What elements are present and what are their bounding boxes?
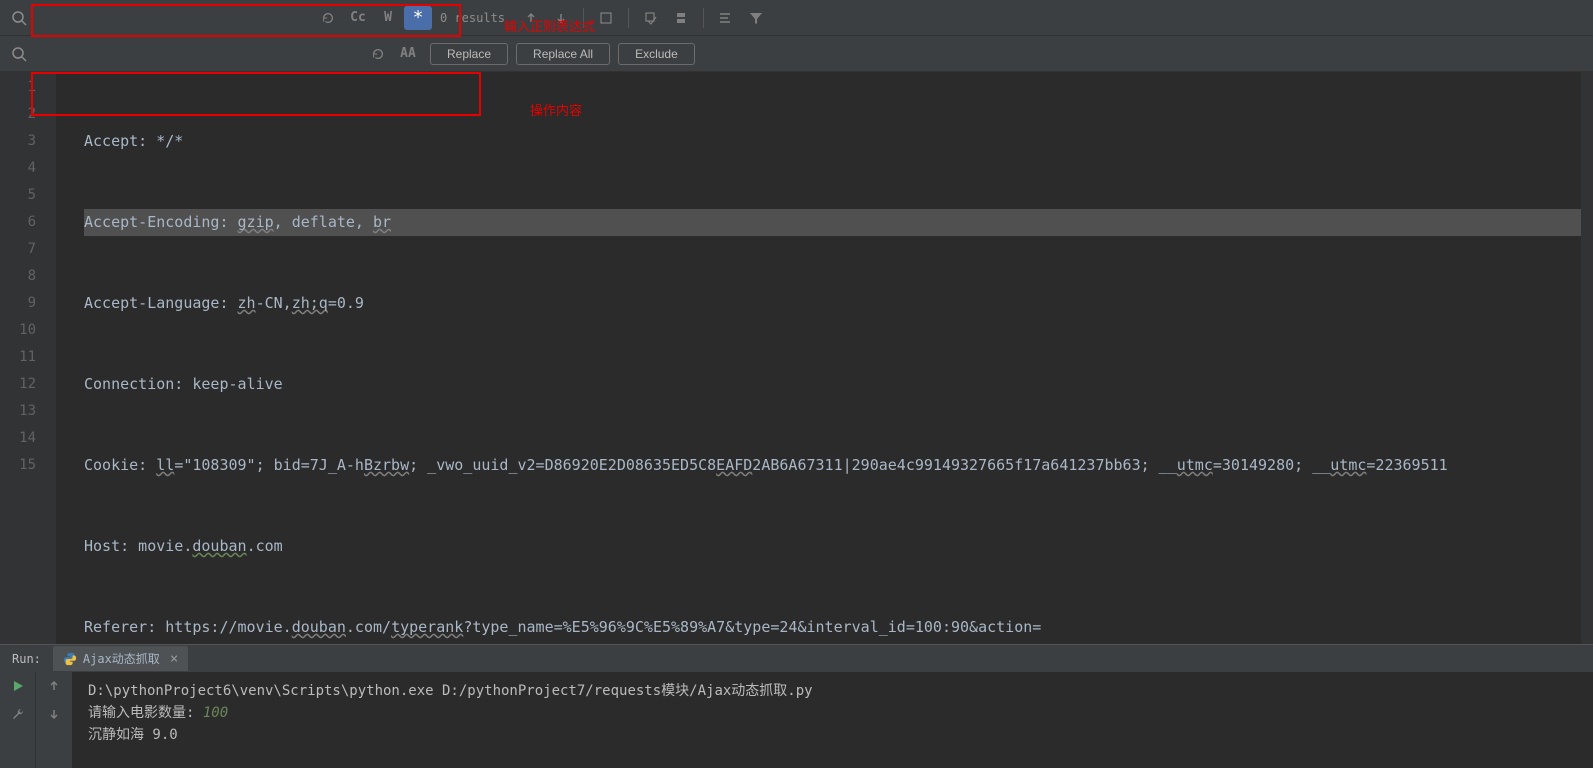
results-count: 0 results [432,11,513,25]
code-line[interactable]: Accept-Encoding: gzip, deflate, br [84,209,1593,236]
console-output[interactable]: D:\pythonProject6\venv\Scripts\python.ex… [72,672,1593,768]
history-icon[interactable] [314,6,342,30]
code-content[interactable]: Accept: */* Accept-Encoding: gzip, defla… [56,72,1593,644]
editor-scrollbar-track[interactable] [1581,72,1593,644]
run-tab[interactable]: Ajax动态抓取 × [53,646,188,671]
code-line[interactable]: Accept-Language: zh-CN,zh;q=0.9 [84,290,1593,317]
replace-search-icon[interactable] [4,46,34,62]
replace-button[interactable]: Replace [430,43,508,65]
filter-icon[interactable] [742,6,770,30]
add-selection-icon[interactable] [637,6,665,30]
code-line[interactable]: Cookie: ll="108309"; bid=7J_A-hBzrbw; _v… [84,452,1593,479]
python-icon [63,652,77,666]
regex-icon[interactable]: * [404,6,432,30]
preserve-case-icon[interactable]: AA [394,42,422,66]
settings-icon[interactable] [712,6,740,30]
console-panel: D:\pythonProject6\venv\Scripts\python.ex… [0,672,1593,768]
up-icon[interactable] [36,672,72,700]
rerun-icon[interactable] [0,672,35,700]
words-icon[interactable]: W [374,6,402,30]
annotation-text-bottom: 操作内容 [530,100,582,119]
pin-icon[interactable] [667,6,695,30]
code-line[interactable]: Host: movie.douban.com [84,533,1593,560]
search-icon[interactable] [4,10,34,26]
line-gutter: 123456789101112131415 [0,72,56,644]
code-line[interactable]: Accept: */* [84,128,1593,155]
code-line[interactable]: Connection: keep-alive [84,371,1593,398]
tool-icon[interactable] [0,700,35,728]
find-bar: Cc W * 0 results [0,0,1593,36]
replace-all-button[interactable]: Replace All [516,43,610,65]
find-input[interactable] [34,4,314,32]
replace-input[interactable] [34,40,364,68]
replace-bar: AA Replace Replace All Exclude [0,36,1593,72]
run-tab-label: Ajax动态抓取 [83,650,160,667]
match-case-icon[interactable]: Cc [344,6,372,30]
replace-history-icon[interactable] [364,42,392,66]
select-all-icon[interactable] [592,6,620,30]
code-line[interactable]: Referer: https://movie.douban.com/typera… [84,614,1593,641]
annotation-text-top: 输入正则表达式 [504,16,595,35]
down-icon[interactable] [36,700,72,728]
run-panel-header: Run: Ajax动态抓取 × [0,644,1593,672]
code-editor[interactable]: 123456789101112131415 Accept: */* Accept… [0,72,1593,644]
close-icon[interactable]: × [170,651,178,667]
run-label: Run: [0,652,53,666]
exclude-button[interactable]: Exclude [618,43,695,65]
